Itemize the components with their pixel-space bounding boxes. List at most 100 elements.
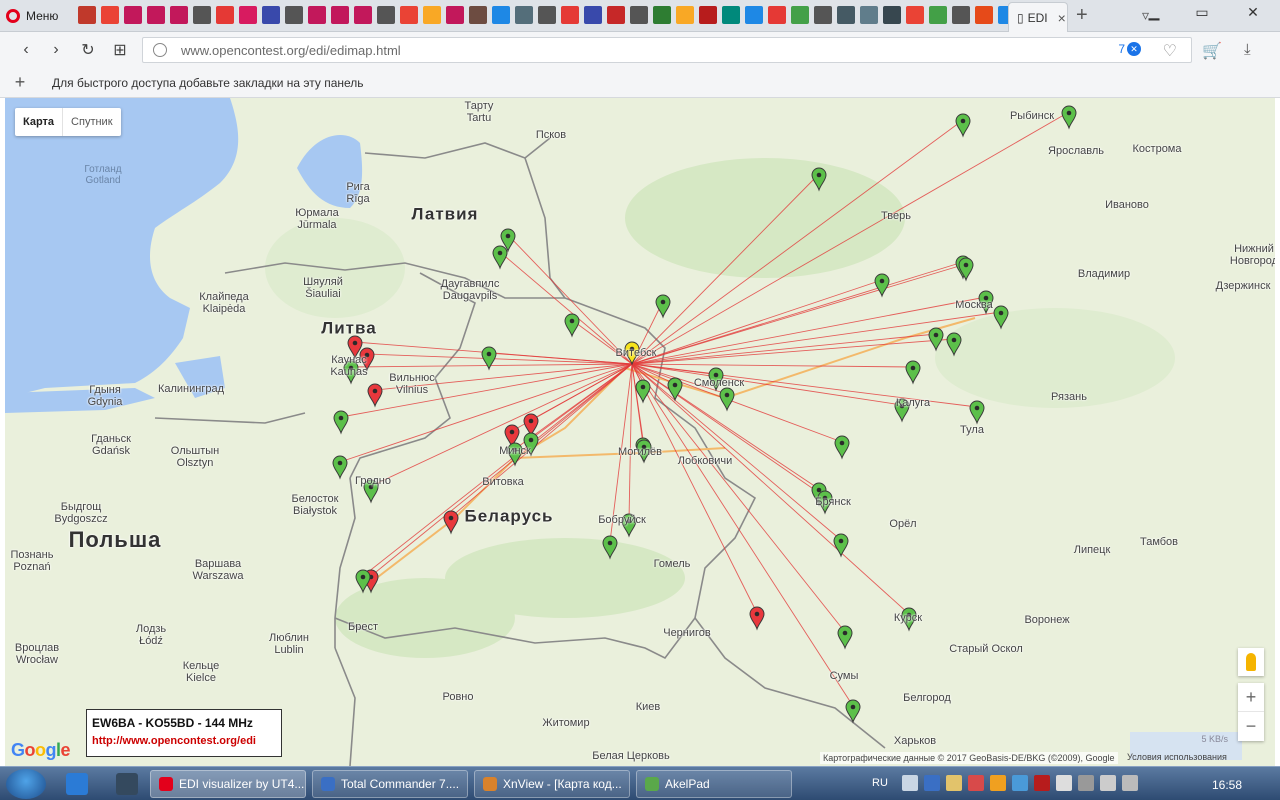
infobox-link[interactable]: http://www.opencontest.org/edi [92,735,276,747]
mail-icon[interactable] [423,6,441,24]
cart-icon[interactable]: 🛒 [1202,41,1222,61]
page-icon[interactable] [538,6,556,24]
red-station-marker[interactable] [749,606,765,631]
record-icon[interactable] [699,6,717,24]
qrz-ham-icon[interactable] [147,6,165,24]
game-icon[interactable] [515,6,533,24]
qrz-ham-icon[interactable] [331,6,349,24]
ribbon-icon[interactable] [584,6,602,24]
download-icon[interactable]: ⤓ [1244,41,1251,58]
page-icon[interactable] [193,6,211,24]
fm-icon[interactable] [239,6,257,24]
qrz-ham-icon[interactable] [124,6,142,24]
green-station-marker[interactable] [635,379,651,404]
new-tab-button[interactable]: + [1076,4,1088,27]
taskbar-task[interactable]: EDI visualizer by UT4... [150,770,306,798]
reload-button[interactable]: ↻ [78,40,98,60]
bookmark-heart-icon[interactable]: ♡ [1163,41,1177,61]
map-type-map-button[interactable]: Карта [15,108,64,136]
google-icon[interactable] [101,6,119,24]
zoom-out-button[interactable]: − [1238,712,1264,741]
qrz-ham-icon[interactable] [446,6,464,24]
page-icon[interactable] [814,6,832,24]
green-station-marker[interactable] [1061,105,1077,130]
qrz-ham-icon[interactable] [354,6,372,24]
adblock-counter[interactable]: 7 ✕ [1118,42,1141,56]
add-bookmark-button[interactable]: + [0,72,40,93]
taskbar-task[interactable]: AkelPad [636,770,792,798]
opera-menu-button[interactable]: Меню [6,5,58,27]
green-station-marker[interactable] [655,294,671,319]
pause-icon[interactable] [216,6,234,24]
language-indicator[interactable]: RU [872,777,888,789]
network-icon[interactable] [1100,775,1116,791]
ay-icon[interactable] [653,6,671,24]
url-field[interactable]: www.opencontest.org/edi/edimap.html 7 ✕ … [142,37,1192,63]
tray-app-icon[interactable] [1078,775,1094,791]
green-station-marker[interactable] [719,387,735,412]
tray-app-icon[interactable] [990,775,1006,791]
speaker-icon[interactable] [1122,775,1138,791]
page-icon[interactable] [285,6,303,24]
map-type-satellite-button[interactable]: Спутник [63,108,120,136]
smile-icon[interactable] [676,6,694,24]
picture-icon[interactable] [469,6,487,24]
green-station-marker[interactable] [492,245,508,270]
box-icon[interactable] [975,6,993,24]
street-view-pegman-icon[interactable] [1238,648,1264,676]
green-station-marker[interactable] [333,410,349,435]
green-station-marker[interactable] [837,625,853,650]
green-station-marker[interactable] [969,400,985,425]
taskbar-task[interactable]: Total Commander 7.... [312,770,468,798]
green-station-marker[interactable] [958,257,974,282]
bookmark-icon[interactable] [78,6,96,24]
tray-app-icon[interactable] [1012,775,1028,791]
flag-icon[interactable] [768,6,786,24]
page-icon[interactable] [630,6,648,24]
tab-edi[interactable]: ▯ EDI × [1008,2,1068,32]
red-station-marker[interactable] [367,383,383,408]
rc-icon[interactable] [607,6,625,24]
drop-icon[interactable] [745,6,763,24]
close-tab-icon[interactable]: × [1058,10,1066,26]
green-station-marker[interactable] [955,113,971,138]
arrow-icon[interactable] [492,6,510,24]
clock[interactable]: 16:58 [1212,778,1242,792]
volume-icon[interactable] [902,775,918,791]
terminal-icon[interactable] [116,773,138,795]
tray-app-icon[interactable] [924,775,940,791]
film-icon[interactable] [883,6,901,24]
green-station-marker[interactable] [834,435,850,460]
tray-app-icon[interactable] [1034,775,1050,791]
gear-icon[interactable] [860,6,878,24]
minimize-button[interactable]: ▁ [1130,0,1178,24]
tray-app-icon[interactable] [968,775,984,791]
google-logo[interactable]: Google [11,740,71,761]
green-station-marker[interactable] [874,273,890,298]
back-button[interactable]: ‹ [16,40,36,60]
google-icon[interactable] [400,6,418,24]
clock-app-icon[interactable] [1056,775,1072,791]
qrz-ham-icon[interactable] [170,6,188,24]
qrz-ham-icon[interactable] [308,6,326,24]
speed-dial-button[interactable]: ⊞ [110,40,130,60]
map-canvas[interactable]: Тарту Tartu Псков Рыбинск Ярославль Кострома Г… [5,98,1275,766]
doc-icon[interactable] [929,6,947,24]
green-station-marker[interactable] [905,360,921,385]
maximize-button[interactable]: ▭ [1178,0,1226,24]
flower-icon[interactable] [561,6,579,24]
green-station-marker[interactable] [564,313,580,338]
check-icon[interactable] [791,6,809,24]
google-icon[interactable] [906,6,924,24]
tray-app-icon[interactable] [946,775,962,791]
t-icon[interactable] [837,6,855,24]
image-icon[interactable] [262,6,280,24]
taskbar-task[interactable]: XnView - [Карта код... [474,770,630,798]
forward-button[interactable]: › [46,40,66,60]
start-button[interactable] [6,769,46,799]
green-station-marker[interactable] [332,455,348,480]
globe-icon[interactable] [722,6,740,24]
red-station-marker[interactable] [443,510,459,535]
green-station-marker[interactable] [833,533,849,558]
page-icon[interactable] [377,6,395,24]
